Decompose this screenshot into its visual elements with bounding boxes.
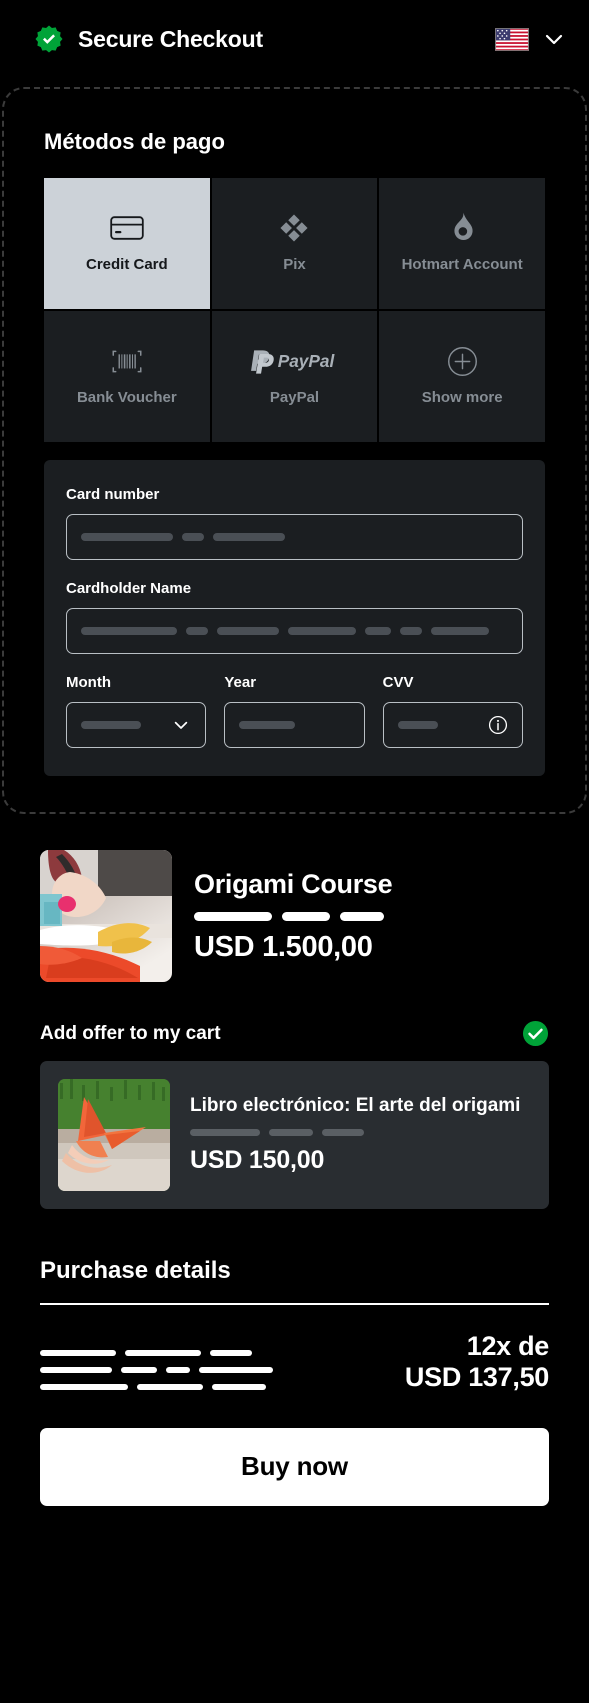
payment-section-title: Métodos de pago [44, 129, 225, 154]
payment-method-grid: Credit Card Pix Hotmart Account Bank Vou… [44, 178, 545, 442]
info-circle-icon[interactable] [488, 715, 508, 735]
cvv-field-group: CVV [382, 674, 523, 748]
cardholder-name-input[interactable] [66, 608, 523, 654]
verified-seal-icon [34, 24, 64, 54]
checkout-page: Secure Checkout Métodos de pago Credit C… [0, 0, 589, 1703]
offer-meta-skeleton [190, 1129, 520, 1137]
offer-header: Add offer to my cart [40, 1020, 549, 1047]
hotmart-flame-icon [448, 212, 476, 244]
card-number-input[interactable] [66, 514, 523, 560]
offer-thumbnail [58, 1079, 170, 1191]
payment-method-label: Hotmart Account [401, 256, 523, 274]
svg-text:PayPal: PayPal [278, 351, 336, 371]
check-circle-icon[interactable] [522, 1020, 549, 1047]
details-row: 12x de USD 137,50 [40, 1331, 549, 1394]
offer-card[interactable]: Libro electrónico: El arte del origami U… [40, 1061, 549, 1209]
month-placeholder-skeleton [81, 721, 141, 729]
plus-circle-icon [447, 345, 478, 377]
language-selector[interactable] [495, 26, 567, 52]
offer-header-label: Add offer to my cart [40, 1022, 221, 1044]
chevron-down-icon[interactable] [541, 26, 567, 52]
cvv-input[interactable] [382, 702, 523, 748]
payment-method-credit-card[interactable]: Credit Card [44, 178, 210, 309]
year-input[interactable] [224, 702, 365, 748]
barcode-icon [111, 345, 143, 377]
payment-method-paypal[interactable]: PayPal PayPal [211, 311, 378, 442]
offer-title: Libro electrónico: El arte del origami [190, 1094, 521, 1116]
purchase-details-title: Purchase details [40, 1257, 231, 1284]
payment-method-show-more[interactable]: Show more [379, 311, 545, 442]
year-label: Year [224, 674, 257, 691]
expiry-cvv-row: Month Year CVV [66, 674, 523, 748]
year-placeholder-skeleton [239, 721, 296, 729]
chevron-down-icon [171, 715, 191, 735]
month-field-group: Month [66, 674, 207, 748]
product-price: USD 1.500,00 [194, 930, 373, 963]
year-field-group: Year [224, 674, 365, 748]
payment-method-hotmart-account[interactable]: Hotmart Account [379, 178, 545, 309]
pix-icon [278, 212, 310, 244]
installment-count: 12x de [466, 1331, 550, 1361]
installment-total: 12x de USD 137,50 [405, 1331, 549, 1394]
product-info: Origami Course USD 1.500,00 [194, 869, 549, 964]
page-title: Secure Checkout [78, 25, 263, 52]
details-skeleton-lines [40, 1349, 273, 1394]
cvv-placeholder-skeleton [397, 721, 438, 729]
credit-card-icon [110, 212, 144, 244]
cardholder-name-placeholder-skeleton [81, 627, 508, 635]
payment-method-label: PayPal [269, 389, 320, 407]
buy-now-button[interactable]: Buy now [40, 1427, 549, 1506]
buy-button-wrapper: Buy now [40, 1427, 549, 1506]
payment-method-label: Show more [421, 389, 503, 407]
payment-methods-panel: Métodos de pago Credit Card Pix Hotmart … [2, 87, 587, 814]
offer-section: Add offer to my cart Libro electrónico: … [40, 1020, 549, 1209]
cardholder-name-field-group: Cardholder Name [66, 580, 523, 654]
month-select[interactable] [66, 702, 207, 748]
credit-card-form: Card number Cardholder Name Month Year C… [44, 460, 545, 776]
product-name: Origami Course [194, 868, 393, 899]
paypal-logo-icon: PayPal [248, 345, 340, 377]
card-number-field-group: Card number [66, 486, 523, 560]
offer-price: USD 150,00 [190, 1146, 325, 1175]
payment-method-label: Bank Voucher [76, 389, 177, 407]
details-divider [40, 1303, 549, 1305]
card-number-placeholder-skeleton [81, 533, 508, 541]
brand: Secure Checkout [34, 24, 263, 54]
page-header: Secure Checkout [0, 0, 589, 78]
us-flag-icon [495, 27, 529, 51]
payment-method-pix[interactable]: Pix [211, 178, 378, 309]
product-thumbnail [40, 850, 172, 982]
purchase-details-section: Purchase details 12x de USD 137,50 [40, 1257, 549, 1394]
cvv-label: CVV [382, 674, 414, 691]
offer-info: Libro electrónico: El arte del origami U… [190, 1095, 520, 1175]
product-summary: Origami Course USD 1.500,00 [40, 850, 549, 982]
payment-method-label: Pix [283, 256, 306, 274]
payment-method-bank-voucher[interactable]: Bank Voucher [44, 311, 210, 442]
product-meta-skeleton [194, 911, 549, 921]
payment-method-label: Credit Card [85, 256, 168, 274]
installment-amount: USD 137,50 [404, 1362, 549, 1393]
cardholder-name-label: Cardholder Name [66, 580, 192, 597]
month-label: Month [66, 674, 111, 691]
card-number-label: Card number [66, 486, 160, 503]
